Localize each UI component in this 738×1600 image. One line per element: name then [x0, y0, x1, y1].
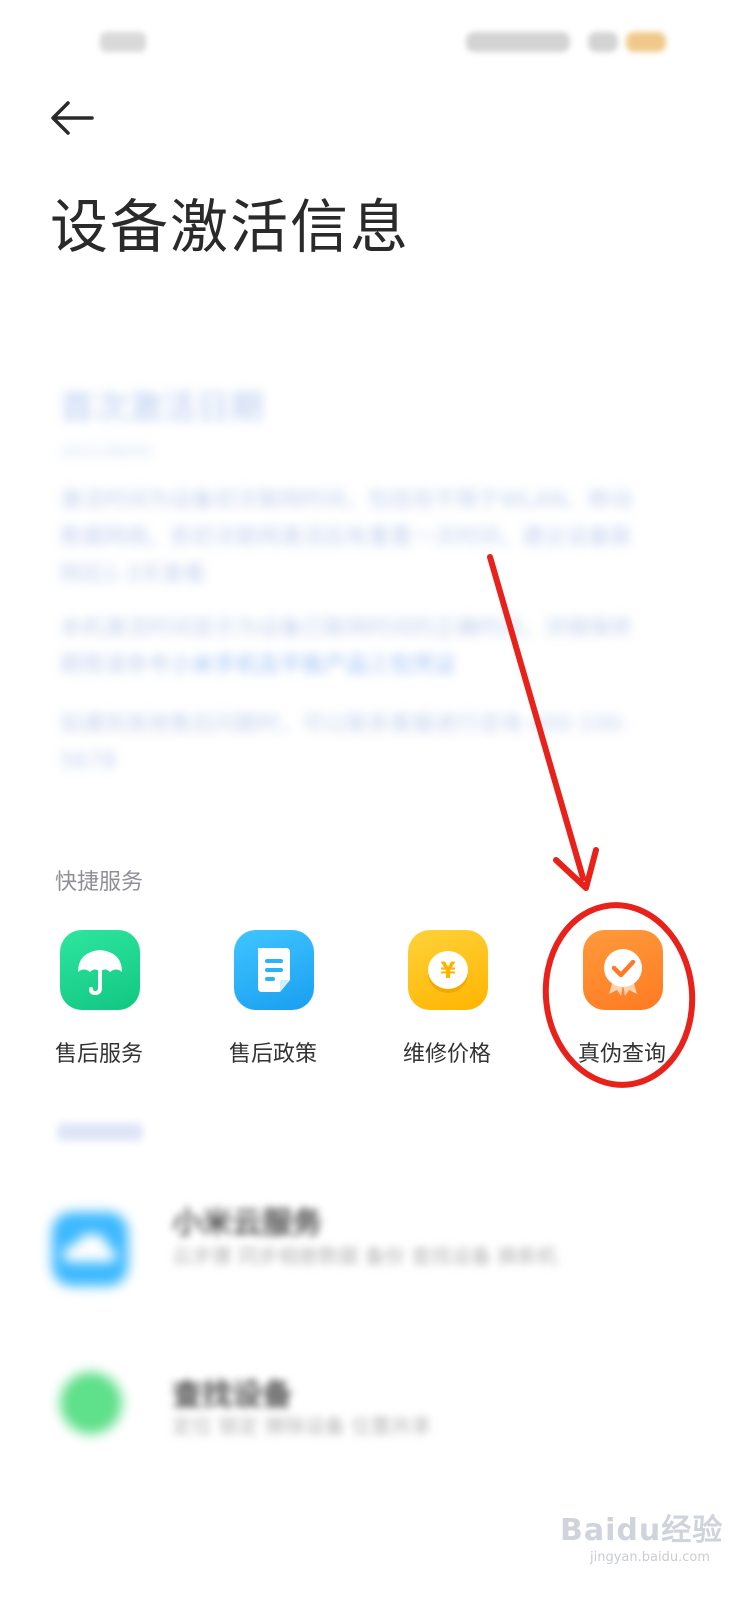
info-paragraph-3: 如遇到其他售后问题时，可以联系客服进行咨询 400-100-5678	[60, 712, 629, 774]
baidu-watermark-url: jingyan.baidu.com	[590, 1550, 710, 1565]
list-item-find-device[interactable]: 查找设备 定位 锁定 擦除设备 位置共享	[0, 1350, 738, 1490]
svg-text:¥: ¥	[440, 959, 456, 984]
list-item-description: 定位 锁定 擦除设备 位置共享	[172, 1414, 432, 1438]
document-icon	[234, 930, 314, 1010]
quick-item-after-sales-service[interactable]: 售后服务	[55, 928, 205, 1068]
info-heading: 首次激活日期	[60, 388, 264, 428]
list-item-description: 云步骤 同步相册数据 备份 查找设备 换新机	[172, 1244, 558, 1268]
info-paragraph-2: 本机激活时间显示为设备已联网时间的正确时间，详细保修期限请参考小米手机及平板产品…	[60, 610, 645, 684]
quick-item-after-sales-policy[interactable]: 售后政策	[229, 928, 379, 1068]
info-paragraph-1: 激活时间为设备初次联网时间，包括但不限于WLAN、移动数据网络。若初次联网激活后…	[60, 488, 633, 587]
quick-services-label: 快捷服务	[55, 870, 144, 895]
services-section-label	[57, 1123, 143, 1141]
quick-item-repair-price[interactable]: ¥ 维修价格	[403, 928, 553, 1068]
yen-coin-icon: ¥	[408, 930, 488, 1010]
baidu-watermark: Baidu经验	[560, 1513, 724, 1548]
activation-info-card: 首次激活日期 2021/06/03 激活时间为设备初次联网时间，包括但不限于WL…	[60, 370, 650, 790]
quick-item-label: 真伪查询	[578, 1042, 667, 1067]
status-time	[100, 32, 146, 52]
quick-item-label: 维修价格	[403, 1042, 492, 1067]
warranty-link[interactable]: 小米手机及平板产品三包凭证	[170, 653, 456, 678]
back-arrow-icon	[51, 101, 94, 135]
page-title: 设备激活信息	[50, 193, 411, 261]
status-icons	[466, 32, 666, 54]
cloud-icon	[52, 1212, 128, 1286]
quick-item-authenticity-check[interactable]: 真伪查询	[578, 928, 728, 1068]
badge-check-icon	[583, 930, 663, 1010]
umbrella-icon	[60, 930, 140, 1010]
quick-item-label: 售后服务	[55, 1042, 144, 1067]
info-date: 2021/06/03	[60, 442, 153, 461]
quick-item-label: 售后政策	[229, 1042, 318, 1067]
list-item-cloud-service[interactable]: 小米云服务 云步骤 同步相册数据 备份 查找设备 换新机	[0, 1180, 738, 1320]
status-bar	[0, 0, 738, 90]
find-device-icon	[60, 1372, 122, 1434]
back-button[interactable]	[46, 98, 100, 138]
list-item-title: 小米云服务	[172, 1206, 322, 1241]
